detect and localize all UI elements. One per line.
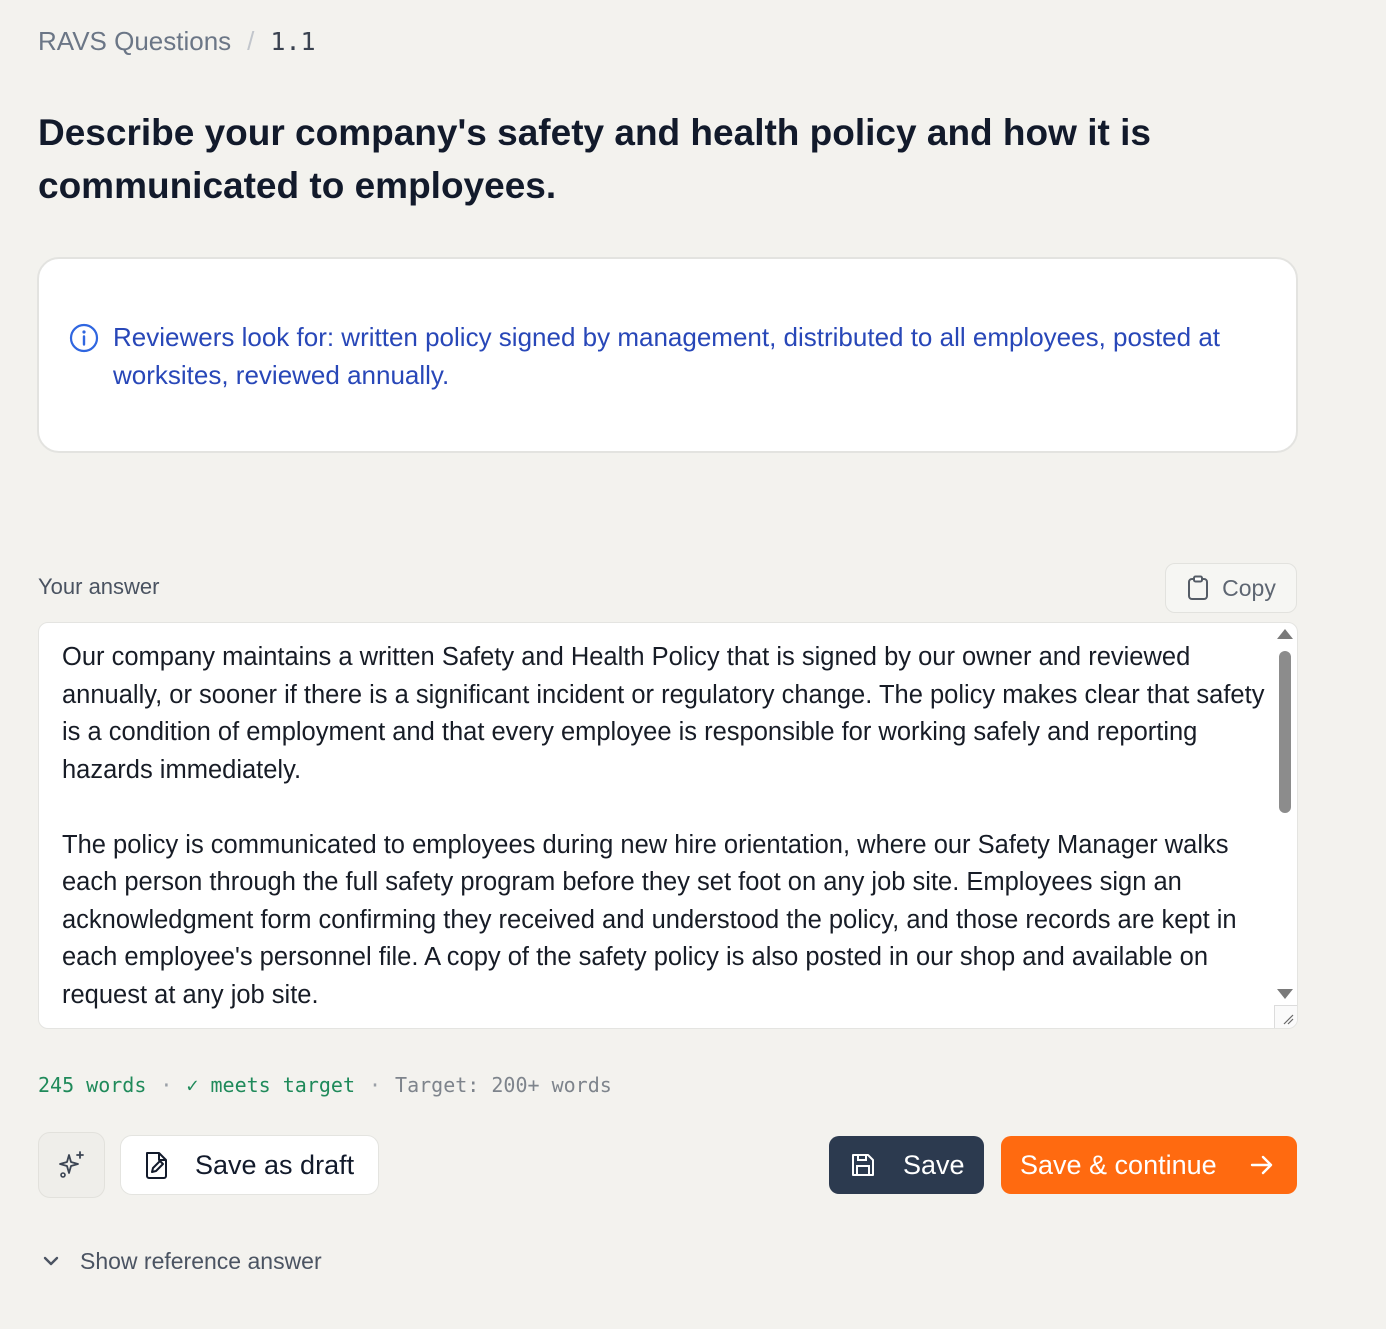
ai-assist-button[interactable]	[38, 1132, 105, 1198]
file-pen-icon	[146, 1152, 167, 1179]
reviewer-hint-card: Reviewers look for: written policy signe…	[37, 257, 1298, 453]
copy-button[interactable]: Copy	[1165, 563, 1297, 613]
save-button[interactable]: Save	[829, 1136, 984, 1194]
stats-separator: ·	[369, 1073, 382, 1097]
question-title: Describe your company's safety and healt…	[38, 112, 1151, 206]
answer-label: Your answer	[38, 574, 160, 599]
breadcrumb-parent-link[interactable]: RAVS Questions	[38, 26, 231, 57]
sparkles-icon	[58, 1151, 84, 1178]
target-status: ✓ meets target	[186, 1073, 355, 1097]
answer-textarea[interactable]: Our company maintains a written Safety a…	[38, 622, 1298, 1029]
floppy-disk-icon	[852, 1154, 874, 1176]
save-as-draft-button[interactable]: Save as draft	[120, 1135, 379, 1195]
breadcrumb: RAVS Questions / 1.1	[38, 24, 316, 58]
scroll-up-arrow-icon[interactable]	[1277, 629, 1293, 639]
chevron-down-icon	[43, 1256, 59, 1266]
arrow-right-icon	[1250, 1155, 1273, 1175]
breadcrumb-current: 1.1	[270, 26, 316, 56]
breadcrumb-separator: /	[247, 25, 255, 56]
target-label: Target: 200+ words	[395, 1073, 612, 1097]
stats-separator: ·	[160, 1073, 173, 1097]
resize-handle-icon[interactable]	[1274, 1005, 1297, 1028]
info-icon	[69, 323, 99, 353]
copy-button-label: Copy	[1222, 574, 1276, 601]
scrollbar-thumb[interactable]	[1279, 651, 1291, 813]
save-as-draft-label: Save as draft	[195, 1149, 355, 1180]
clipboard-icon	[1188, 575, 1209, 600]
save-and-continue-button[interactable]: Save & continue	[1001, 1136, 1297, 1194]
show-reference-answer-toggle[interactable]: Show reference answer	[40, 1245, 322, 1277]
reviewer-hint-text: Reviewers look for: written policy signe…	[113, 322, 1221, 390]
scroll-down-arrow-icon[interactable]	[1277, 989, 1293, 999]
save-button-label: Save	[903, 1149, 965, 1180]
word-count: 245 words	[38, 1073, 147, 1097]
show-reference-answer-label: Show reference answer	[80, 1247, 322, 1274]
word-count-stats: 245 words · ✓ meets target · Target: 200…	[38, 1073, 612, 1097]
save-and-continue-label: Save & continue	[1020, 1149, 1217, 1180]
answer-text[interactable]: Our company maintains a written Safety a…	[62, 639, 1267, 1014]
